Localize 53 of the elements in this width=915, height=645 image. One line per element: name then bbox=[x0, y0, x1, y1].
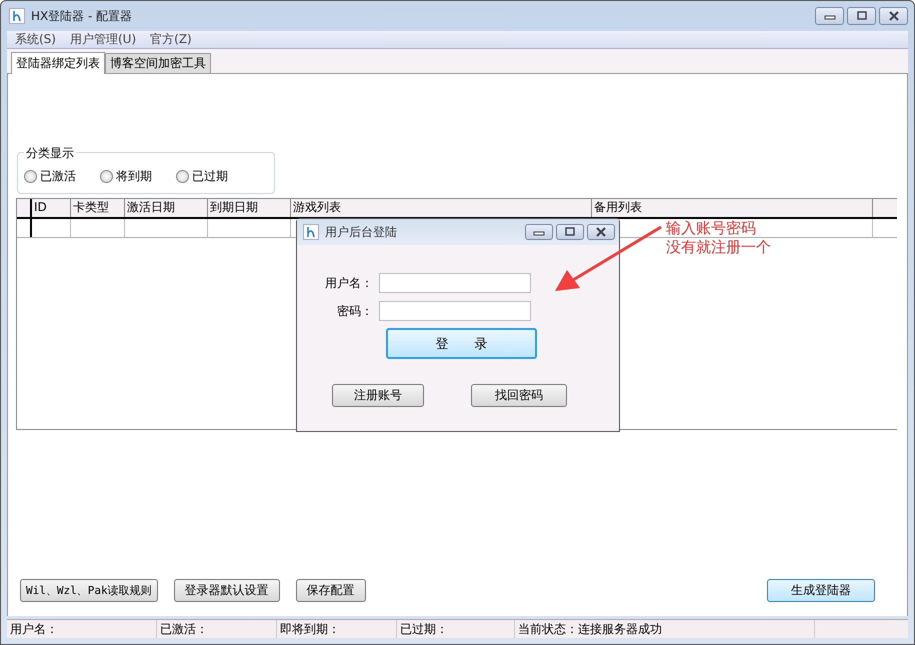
tab[interactable]: 登陆器绑定列表 bbox=[11, 52, 105, 74]
close-button[interactable] bbox=[879, 7, 908, 25]
menu-item[interactable]: 系统(S) bbox=[15, 31, 56, 48]
maximize-button[interactable] bbox=[556, 224, 584, 240]
group-title: 分类显示 bbox=[24, 145, 76, 162]
minimize-button[interactable] bbox=[815, 7, 844, 25]
close-icon bbox=[595, 227, 607, 237]
app-icon bbox=[303, 224, 319, 240]
close-icon bbox=[888, 11, 900, 21]
radio-option[interactable]: 已激活 bbox=[24, 168, 76, 185]
maximize-button[interactable] bbox=[847, 7, 876, 25]
action-button[interactable]: 登录器默认设置 bbox=[174, 579, 280, 602]
radio-icon[interactable] bbox=[100, 170, 113, 183]
radio-icon[interactable] bbox=[24, 170, 37, 183]
radio-option[interactable]: 将到期 bbox=[100, 168, 152, 185]
field-label: 密码： bbox=[336, 302, 374, 320]
column-header[interactable]: 卡类型 bbox=[71, 199, 125, 217]
input-field[interactable] bbox=[379, 301, 531, 321]
status-text: 用户名： bbox=[7, 620, 157, 638]
annotation-text: 输入账号密码 bbox=[666, 219, 757, 238]
close-button[interactable] bbox=[587, 224, 615, 240]
maximize-icon bbox=[856, 11, 868, 21]
radio-label: 已过期 bbox=[192, 168, 228, 185]
dialog-title: 用户后台登陆 bbox=[325, 224, 397, 240]
dialog-button[interactable]: 找回密码 bbox=[471, 384, 567, 407]
column-header[interactable]: ID bbox=[32, 199, 71, 217]
menu-item[interactable]: 官方(Z) bbox=[150, 31, 192, 48]
column-header[interactable]: 激活日期 bbox=[125, 199, 208, 217]
radio-option[interactable]: 已过期 bbox=[176, 168, 228, 185]
column-header[interactable]: 备用列表 bbox=[592, 199, 873, 217]
status-text: 即将到期： bbox=[277, 620, 397, 638]
field-label: 用户名： bbox=[324, 274, 374, 292]
radio-icon[interactable] bbox=[176, 170, 189, 183]
radio-label: 已激活 bbox=[40, 168, 76, 185]
status-text: 当前状态：连接服务器成功 bbox=[515, 620, 815, 638]
dialog-button[interactable]: 注册账号 bbox=[332, 384, 424, 407]
radio-label: 将到期 bbox=[116, 168, 152, 185]
status-text: 已激活： bbox=[157, 620, 277, 638]
app-icon bbox=[9, 8, 25, 24]
minimize-button[interactable] bbox=[525, 224, 553, 240]
tab[interactable]: 博客空间加密工具 bbox=[105, 53, 211, 73]
action-button[interactable]: 生成登陆器 bbox=[767, 579, 875, 602]
maximize-icon bbox=[564, 227, 576, 237]
annotation-text: 没有就注册一个 bbox=[666, 238, 771, 257]
column-header[interactable]: 到期日期 bbox=[208, 199, 291, 217]
input-field[interactable] bbox=[379, 273, 531, 293]
status-text: 已过期： bbox=[397, 620, 515, 638]
login-button[interactable]: 登 录 bbox=[386, 328, 537, 359]
menu-item[interactable]: 用户管理(U) bbox=[70, 31, 136, 48]
action-button[interactable]: 保存配置 bbox=[296, 579, 366, 602]
action-button[interactable]: Wil、Wzl、Pak读取规则 bbox=[20, 579, 158, 602]
window-title: HX登陆器 - 配置器 bbox=[31, 8, 132, 24]
column-header[interactable]: 游戏列表 bbox=[291, 199, 592, 217]
